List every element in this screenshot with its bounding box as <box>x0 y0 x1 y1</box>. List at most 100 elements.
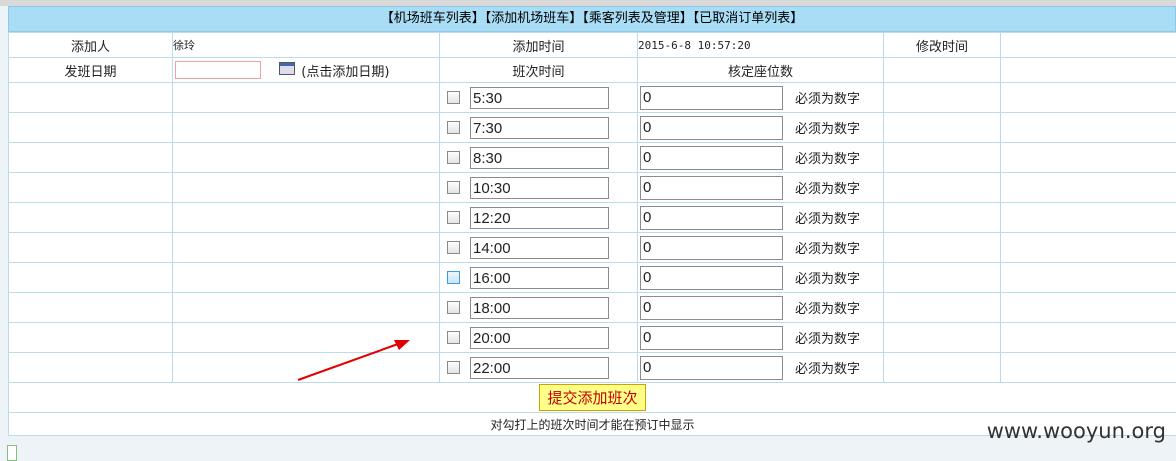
seat-cell: 0 必须为数字 <box>638 323 884 353</box>
empty-cell <box>9 293 173 323</box>
empty-cell <box>1001 143 1176 173</box>
shift-time-input[interactable]: 20:00 <box>470 327 609 349</box>
empty-cell <box>1001 173 1176 203</box>
submit-row: 提交添加班次 <box>9 383 1176 413</box>
modified-time-value <box>1001 33 1176 58</box>
empty-cell <box>884 323 1001 353</box>
shift-row: 20:00 0 必须为数字 <box>9 323 1176 353</box>
seat-count-input[interactable]: 0 <box>640 176 783 200</box>
shift-time-input[interactable]: 16:00 <box>470 267 609 289</box>
calendar-icon[interactable] <box>279 62 295 75</box>
shift-time-cell: 8:30 <box>440 143 638 173</box>
shift-time-cell: 20:00 <box>440 323 638 353</box>
shift-checkbox[interactable] <box>447 211 460 224</box>
shift-time-input[interactable]: 14:00 <box>470 237 609 259</box>
seat-cell: 0 必须为数字 <box>638 233 884 263</box>
shift-time-cell: 14:00 <box>440 233 638 263</box>
seat-count-input[interactable]: 0 <box>640 236 783 260</box>
seat-count-input[interactable]: 0 <box>640 266 783 290</box>
empty-cell <box>9 143 173 173</box>
empty-cell <box>9 173 173 203</box>
seat-count-input[interactable]: 0 <box>640 206 783 230</box>
shift-row: 16:000必须为数字 <box>9 263 1176 293</box>
date-row: 发班日期 (点击添加日期) 班次时间 核定座位数 <box>9 58 1176 83</box>
empty-cell <box>173 143 440 173</box>
shift-time-input[interactable]: 8:30 <box>470 147 609 169</box>
numeric-required-note: 必须为数字 <box>795 302 860 317</box>
shift-time-cell: 5:30 <box>440 83 638 113</box>
shift-row: 8:30 0必须为数字 <box>9 143 1176 173</box>
shift-time-input[interactable]: 18:00 <box>470 297 609 319</box>
adder-label: 添加人 <box>9 33 173 58</box>
shift-form-table: 添加人 徐玲 添加时间 2015-6-8 10:57:20 修改时间 发班日期 … <box>8 32 1176 436</box>
depart-date-cell: (点击添加日期) <box>173 58 440 83</box>
numeric-required-note: 必须为数字 <box>795 242 860 257</box>
empty-cell <box>884 83 1001 113</box>
empty-cell <box>1001 263 1176 293</box>
empty-cell <box>173 293 440 323</box>
shift-checkbox[interactable] <box>447 271 460 284</box>
empty-cell <box>884 263 1001 293</box>
depart-date-input[interactable] <box>175 61 261 79</box>
empty-cell <box>9 353 173 383</box>
shift-checkbox[interactable] <box>447 361 460 374</box>
shift-time-cell: 12:20 <box>440 203 638 233</box>
shift-row: 5:30 0 必须为数字 <box>9 83 1176 113</box>
empty-cell <box>173 173 440 203</box>
shift-checkbox[interactable] <box>447 151 460 164</box>
empty-cell <box>884 113 1001 143</box>
seat-count-input[interactable]: 0 <box>640 326 783 350</box>
shift-checkbox[interactable] <box>447 301 460 314</box>
submit-cell: 提交添加班次 <box>9 383 1176 413</box>
shift-time-input[interactable]: 7:30 <box>470 117 609 139</box>
numeric-required-note: 必须为数字 <box>795 332 860 347</box>
shift-time-input[interactable]: 12:20 <box>470 207 609 229</box>
adder-value: 徐玲 <box>173 33 440 58</box>
seat-count-input[interactable]: 0 <box>640 296 783 320</box>
shift-time-input[interactable]: 22:00 <box>470 357 609 379</box>
seat-cell: 0必须为数字 <box>638 143 884 173</box>
empty-cell <box>1001 203 1176 233</box>
empty-cell <box>884 353 1001 383</box>
shift-checkbox[interactable] <box>447 181 460 194</box>
submit-shifts-button[interactable]: 提交添加班次 <box>539 384 645 411</box>
shift-checkbox[interactable] <box>447 241 460 254</box>
seat-count-input[interactable]: 0 <box>640 146 783 170</box>
numeric-required-note: 必须为数字 <box>795 122 860 137</box>
seat-count-input[interactable]: 0 <box>640 356 783 380</box>
shift-checkbox[interactable] <box>447 121 460 134</box>
watermark: www.wooyun.org <box>987 419 1166 443</box>
seat-label: 核定座位数 <box>638 58 884 83</box>
nav-bar[interactable]: 【机场班车列表】【添加机场班车】【乘客列表及管理】【已取消订单列表】 <box>8 6 1176 32</box>
shift-time-cell: 22:00 <box>440 353 638 383</box>
shift-checkbox[interactable] <box>447 331 460 344</box>
numeric-required-note: 必须为数字 <box>795 92 860 107</box>
seat-count-input[interactable]: 0 <box>640 86 783 110</box>
shift-checkbox[interactable] <box>447 91 460 104</box>
added-time-value: 2015-6-8 10:57:20 <box>638 33 884 58</box>
nav-links[interactable]: 【机场班车列表】【添加机场班车】【乘客列表及管理】【已取消订单列表】 <box>381 11 804 26</box>
empty-cell <box>1001 233 1176 263</box>
shift-time-input[interactable]: 5:30 <box>470 87 609 109</box>
shift-time-input[interactable]: 10:30 <box>470 177 609 199</box>
seat-cell: 0 必须为数字 <box>638 83 884 113</box>
seat-cell: 0必须为数字 <box>638 173 884 203</box>
empty-cell <box>173 83 440 113</box>
empty-cell <box>9 83 173 113</box>
shift-row: 22:00 0必须为数字 <box>9 353 1176 383</box>
shift-time-label: 班次时间 <box>440 58 638 83</box>
seat-count-input[interactable]: 0 <box>640 116 783 140</box>
depart-date-hint: (点击添加日期) <box>301 65 389 80</box>
seat-cell: 0 必须为数字 <box>638 113 884 143</box>
empty-cell <box>173 233 440 263</box>
seat-cell: 0必须为数字 <box>638 353 884 383</box>
empty-cell <box>173 263 440 293</box>
empty-cell <box>1001 83 1176 113</box>
shift-time-cell: 18:00 <box>440 293 638 323</box>
shift-row: 7:30 0 必须为数字 <box>9 113 1176 143</box>
empty-cell <box>884 143 1001 173</box>
empty-cell <box>884 203 1001 233</box>
empty-cell <box>9 323 173 353</box>
info-row: 添加人 徐玲 添加时间 2015-6-8 10:57:20 修改时间 <box>9 33 1176 58</box>
shift-row: 12:200必须为数字 <box>9 203 1176 233</box>
